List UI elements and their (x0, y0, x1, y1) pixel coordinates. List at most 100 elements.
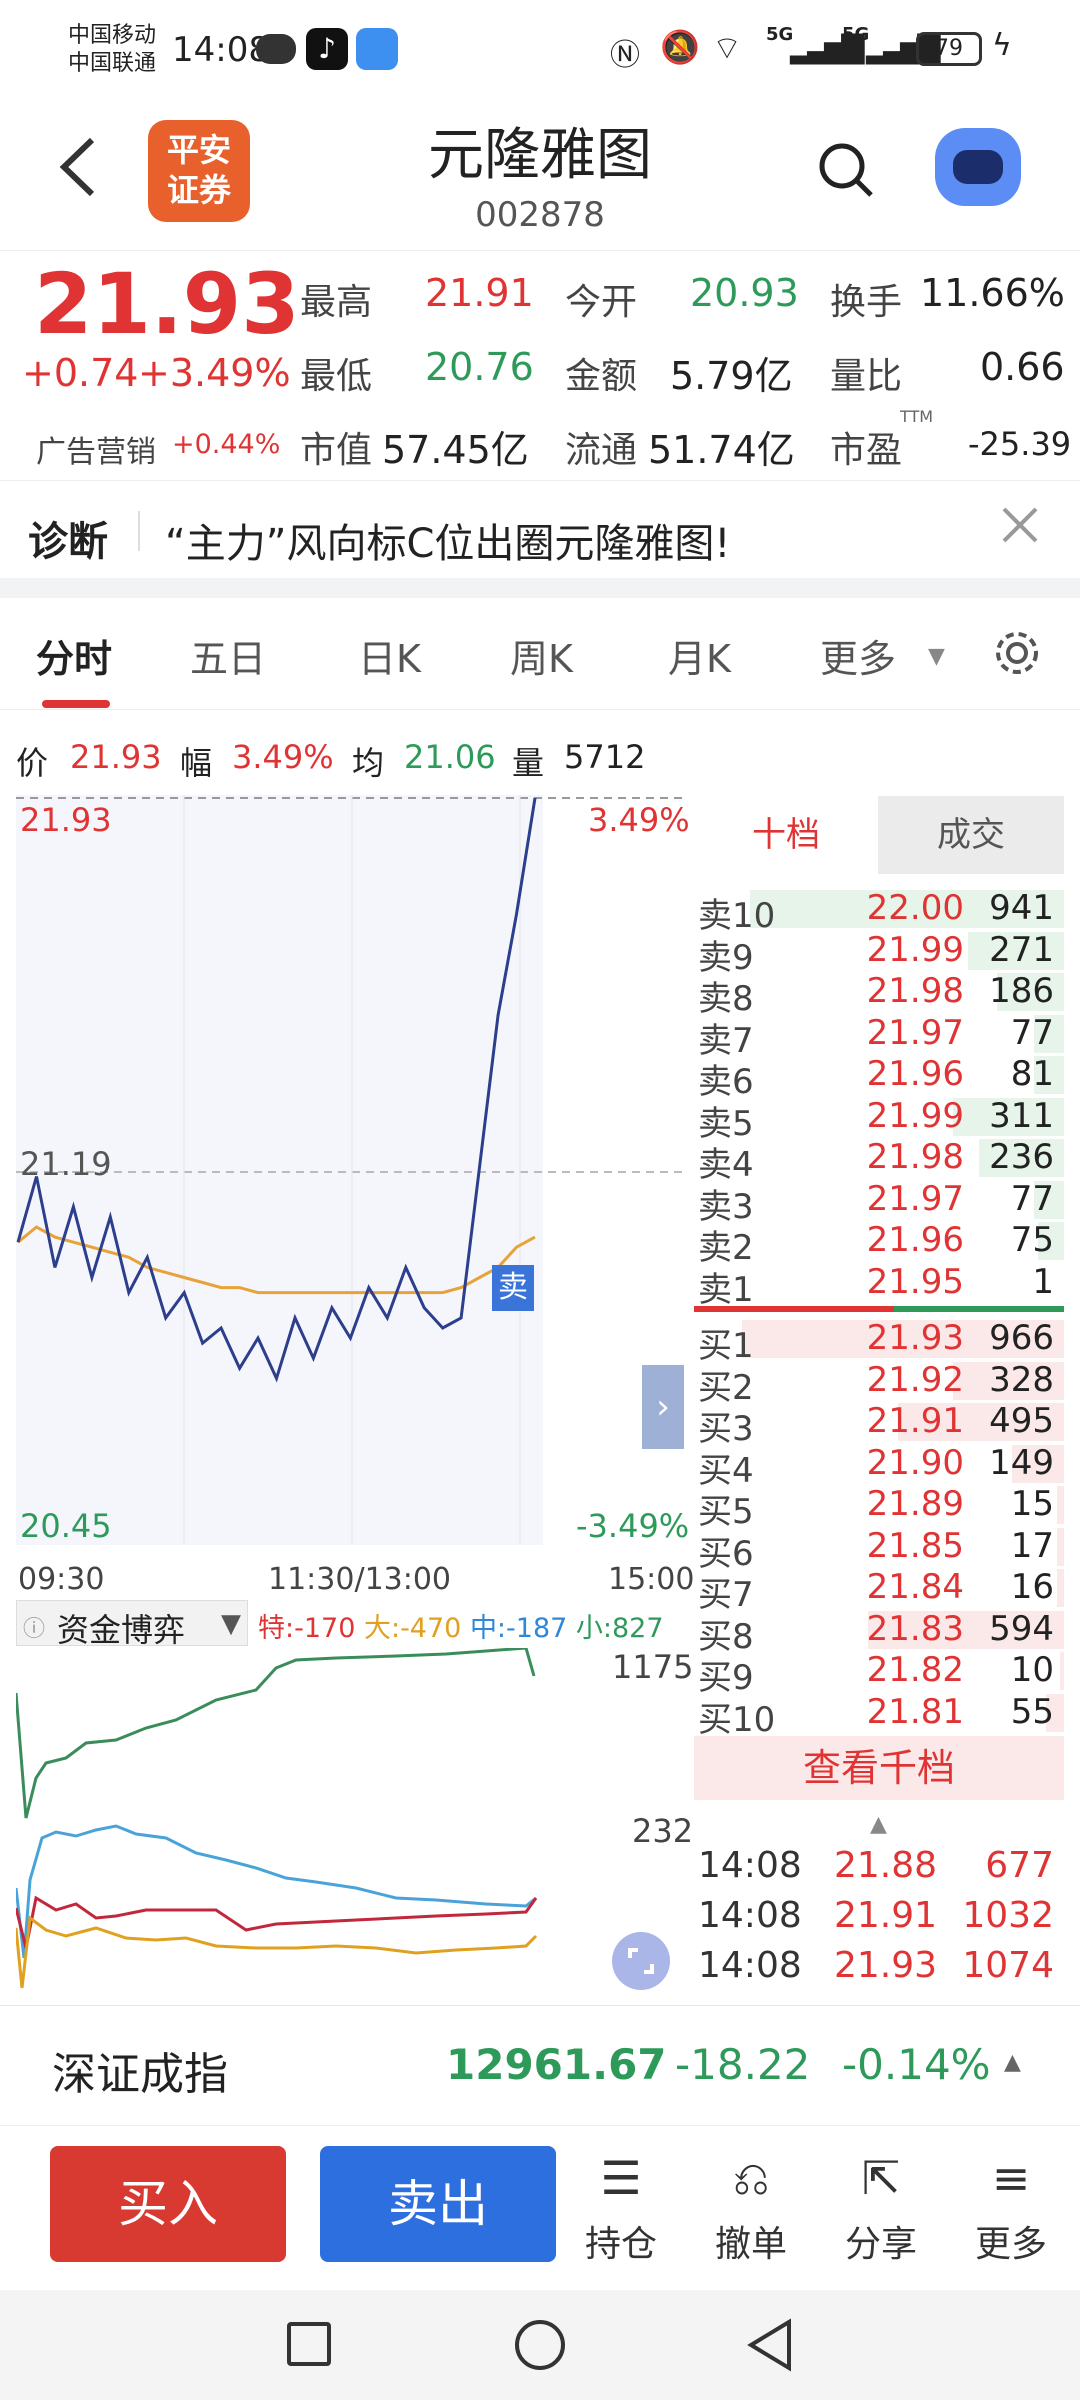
level-qty: 941 (989, 888, 1054, 928)
wifi-icon: ⌔ (712, 29, 743, 67)
collapse-up-icon[interactable]: ▲ (870, 1812, 887, 1837)
sector-name[interactable]: 广告营销 (36, 427, 156, 471)
order-level-row[interactable]: 卖5 21.99 311 (694, 1096, 1064, 1144)
order-level-row[interactable]: 卖10 22.00 941 (694, 888, 1064, 936)
tick-qty: 1032 (962, 1895, 1054, 1936)
mcap-value: 57.45亿 (382, 428, 529, 472)
more-button[interactable]: ≡ 更多 (956, 2151, 1066, 2267)
index-value: 12961.67 (446, 2040, 667, 2089)
turnover-value: 11.66% (920, 271, 1065, 315)
info-price: 21.93 (70, 738, 162, 776)
level-price: 21.95 (866, 1261, 964, 1302)
more-label: 更多 (974, 2224, 1047, 2265)
tab-intraday[interactable]: 分时 (36, 628, 112, 683)
recents-button[interactable] (287, 2322, 331, 2366)
section-gap (0, 578, 1080, 598)
level-qty: 186 (989, 971, 1054, 1011)
info-amp-label: 幅 (180, 744, 213, 782)
level-price: 21.92 (866, 1359, 964, 1400)
order-level-row[interactable]: 买5 21.89 15 (694, 1484, 1064, 1532)
high-label: 最高 (300, 282, 373, 323)
tab-weekly-k[interactable]: 周K (510, 628, 573, 683)
level-qty: 77 (1010, 1178, 1054, 1219)
view-depth-button[interactable]: 查看千档 (694, 1736, 1064, 1800)
chart-settings-button[interactable] (990, 626, 1044, 680)
x-midday: 11:30/13:00 (268, 1562, 452, 1597)
diagnosis-banner[interactable]: 诊断 “主力”风向标C位出圈元隆雅图! (0, 480, 1080, 580)
buy-button[interactable]: 买入 (50, 2146, 286, 2262)
order-level-row[interactable]: 卖4 21.98 236 (694, 1137, 1064, 1185)
order-level-row[interactable]: 卖9 21.99 271 (694, 930, 1064, 978)
level-price: 21.82 (866, 1650, 964, 1690)
order-level-row[interactable]: 买6 21.85 17 (694, 1526, 1064, 1574)
pe-label: 市盈 (830, 430, 903, 471)
vol-ratio-value: 0.66 (980, 345, 1065, 389)
depth-bar (1056, 1569, 1064, 1607)
share-button[interactable]: ⇱ 分享 (826, 2151, 936, 2267)
search-button[interactable] (816, 140, 876, 200)
order-level-row[interactable]: 买8 21.83 594 (694, 1609, 1064, 1657)
carrier-1: 中国移动 (68, 23, 157, 48)
tab-daily-k[interactable]: 日K (358, 628, 421, 683)
order-level-row[interactable]: 卖8 21.98 186 (694, 971, 1064, 1019)
order-level-row[interactable]: 买10 21.81 55 (694, 1692, 1064, 1740)
tab-more[interactable]: 更多 (820, 628, 896, 683)
order-level-row[interactable]: 买1 21.93 966 (694, 1318, 1064, 1366)
tab-five-day[interactable]: 五日 (190, 628, 266, 683)
back-button[interactable] (50, 132, 110, 202)
intraday-chart[interactable]: 21.93 3.49% 21.19 20.45 -3.49% 卖 › (16, 795, 690, 1550)
book-split-red (694, 1306, 894, 1312)
order-level-row[interactable]: 买4 21.90 149 (694, 1443, 1064, 1491)
open-label: 今开 (565, 282, 638, 323)
order-level-row[interactable]: 卖7 21.97 77 (694, 1013, 1064, 1061)
order-level-row[interactable]: 买9 21.82 10 (694, 1650, 1064, 1698)
tab-trades[interactable]: 成交 (878, 796, 1064, 874)
holdings-button[interactable]: ☰ 持仓 (566, 2151, 676, 2267)
level-price: 21.84 (866, 1567, 964, 1607)
tick-row: 14:08 21.93 1074 (694, 1945, 1064, 1995)
order-level-row[interactable]: 买3 21.91 495 (694, 1401, 1064, 1449)
expand-up-icon: ▲ (1004, 2050, 1021, 2075)
cursor-info-bar: 价 21.93 幅 3.49% 均 21.06 量 5712 (0, 720, 700, 782)
back-nav-button[interactable] (745, 2318, 795, 2372)
order-level-row[interactable]: 卖6 21.96 81 (694, 1054, 1064, 1102)
sector-change: +0.44% (172, 429, 281, 460)
sell-marker[interactable]: 卖 (492, 1265, 534, 1311)
holdings-label: 持仓 (584, 2224, 657, 2265)
index-ticker[interactable]: 深证成指 12961.67 -18.22 -0.14% ▲ (0, 2005, 1080, 2125)
tick-time: 14:08 (698, 1945, 802, 1986)
order-level-row[interactable]: 买2 21.92 328 (694, 1359, 1064, 1408)
share-icon: ⇱ (861, 2151, 901, 2205)
close-banner-button[interactable] (996, 501, 1044, 549)
level-qty: 10 (1010, 1650, 1054, 1690)
tick-time: 14:08 (698, 1845, 802, 1886)
status-bar: 中国移动 中国联通 14:08 ♪ Ⓝ 🔕 ⌔ 5G ▂▃▅▇ 5G ▂▃▅▇ … (0, 0, 1080, 100)
robot-assistant-icon[interactable] (935, 128, 1021, 206)
index-name: 深证成指 (52, 2049, 228, 2100)
tab-ten-levels[interactable]: 十档 (694, 796, 878, 874)
carrier-info: 中国移动 中国联通 (68, 22, 156, 78)
tab-monthly-k[interactable]: 月K (668, 628, 731, 683)
fund-axis-mid: 232 (632, 1812, 694, 1850)
cancel-order-button[interactable]: ⎌ 撤单 (696, 2151, 806, 2267)
price-change-pct: +3.49% (138, 351, 291, 395)
fullscreen-button[interactable] (612, 1932, 670, 1990)
depth-bar (1056, 1486, 1064, 1524)
home-button[interactable] (515, 2320, 565, 2370)
broker-logo[interactable]: 平安 证券 (148, 120, 250, 222)
broker-logo-line1: 平安 (166, 131, 231, 169)
info-avg-label: 均 (352, 744, 385, 782)
fund-flow-selector[interactable]: ⓘ 资金博弈 ▼ (16, 1600, 248, 1649)
close-icon (1002, 507, 1038, 543)
order-level-row[interactable]: 卖1 21.95 1 (694, 1261, 1064, 1310)
expand-orderbook-button[interactable]: › (642, 1365, 684, 1449)
sell-button[interactable]: 卖出 (320, 2146, 556, 2262)
app-header: 平安 证券 元隆雅图 002878 (0, 100, 1080, 250)
order-level-row[interactable]: 卖3 21.97 77 (694, 1178, 1064, 1227)
order-level-row[interactable]: 买7 21.84 16 (694, 1567, 1064, 1615)
fund-flow-label: 资金博弈 (57, 1611, 186, 1649)
level-price: 21.98 (866, 1137, 964, 1177)
small-fund-line (16, 1648, 536, 1819)
order-level-row[interactable]: 卖2 21.96 75 (694, 1220, 1064, 1268)
level-price: 21.98 (866, 971, 964, 1011)
